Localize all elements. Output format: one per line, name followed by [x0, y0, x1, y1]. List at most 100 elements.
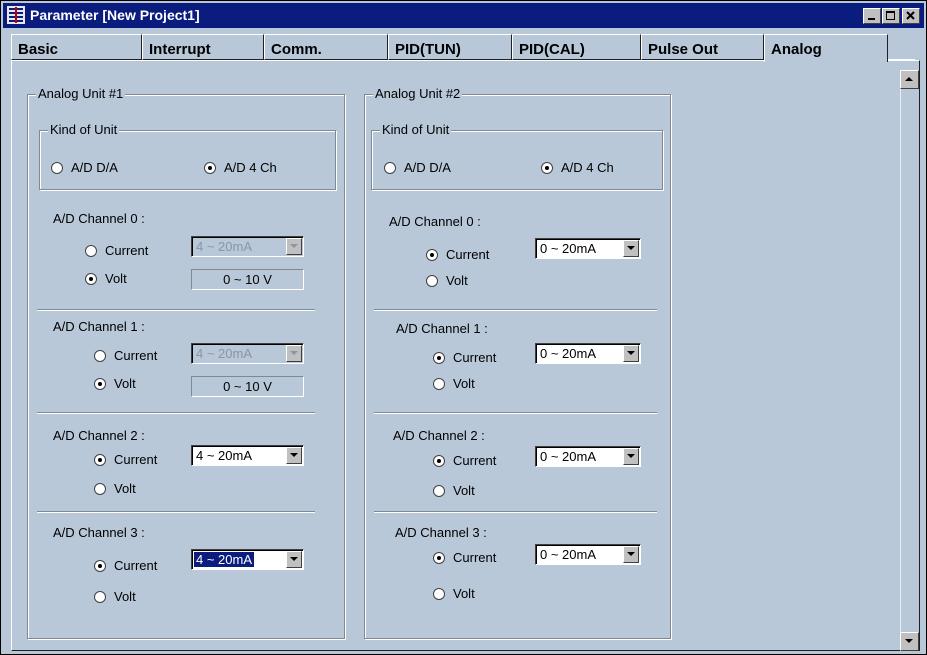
radio-circle: [433, 454, 445, 467]
unit2-ch0-volt-radio[interactable]: Volt: [426, 273, 468, 288]
radio-circle: [384, 161, 396, 174]
divider: [37, 412, 315, 414]
unit1-ad-4ch-radio[interactable]: A/D 4 Ch: [204, 160, 277, 175]
unit1-ch0-range-select[interactable]: 4 ~ 20mA: [191, 236, 304, 257]
dropdown-button[interactable]: [286, 238, 302, 255]
channel-label: A/D Channel 1 :: [53, 319, 145, 334]
unit1-ch3-volt-radio[interactable]: Volt: [94, 589, 136, 604]
scroll-up-button[interactable]: [900, 70, 919, 89]
unit1-ch2-range-select[interactable]: 4 ~ 20mA: [191, 445, 304, 466]
scroll-down-button[interactable]: [900, 632, 919, 651]
radio-circle: [433, 351, 445, 364]
radio-circle: [94, 453, 106, 466]
dropdown-button[interactable]: [286, 551, 302, 568]
unit1-ch0-volt-radio[interactable]: Volt: [85, 271, 127, 286]
channel-label: A/D Channel 2 :: [393, 428, 485, 443]
tab-analog[interactable]: Analog: [764, 34, 888, 62]
close-icon: [906, 11, 915, 20]
app-icon: [7, 6, 25, 24]
close-button[interactable]: [902, 8, 920, 24]
group-title: Analog Unit #2: [373, 86, 463, 101]
unit2-ch3-current-radio[interactable]: Current: [433, 550, 496, 565]
window-title: Parameter [New Project1]: [30, 7, 200, 23]
divider: [374, 511, 657, 513]
unit1-ch2-current-radio[interactable]: Current: [94, 452, 157, 467]
maximize-button[interactable]: [882, 8, 900, 24]
unit2-ch2-range-select[interactable]: 0 ~ 20mA: [535, 446, 641, 467]
unit1-ch1-volt-range: 0 ~ 10 V: [191, 376, 304, 397]
group-title: Kind of Unit: [48, 122, 120, 137]
parameter-window: Parameter [New Project1] Basic Interrupt…: [0, 0, 927, 655]
channel-label: A/D Channel 2 :: [53, 428, 145, 443]
divider: [37, 309, 315, 311]
radio-circle: [433, 484, 445, 497]
radio-circle: [426, 248, 438, 261]
unit2-ch1-range-select[interactable]: 0 ~ 20mA: [535, 343, 641, 364]
chevron-down-icon: [627, 246, 635, 250]
chevron-down-icon: [627, 454, 635, 458]
chevron-down-icon: [627, 552, 635, 556]
unit2-ad-4ch-radio[interactable]: A/D 4 Ch: [541, 160, 614, 175]
title-bar[interactable]: Parameter [New Project1]: [3, 3, 924, 28]
dropdown-button[interactable]: [286, 345, 302, 362]
divider: [374, 309, 657, 311]
unit1-ch0-current-radio[interactable]: Current: [85, 243, 148, 258]
minimize-button[interactable]: [863, 8, 881, 24]
chevron-down-icon: [290, 351, 298, 355]
tab-basic[interactable]: Basic: [11, 34, 142, 60]
channel-label: A/D Channel 1 :: [396, 321, 488, 336]
scrollbar-track[interactable]: [900, 89, 919, 632]
minimize-icon: [868, 18, 875, 20]
chevron-down-icon: [290, 557, 298, 561]
unit2-ad-da-radio[interactable]: A/D D/A: [384, 160, 451, 175]
radio-circle: [85, 244, 97, 257]
unit1-ch3-range-select[interactable]: 4 ~ 20mA: [191, 549, 304, 570]
dropdown-button[interactable]: [623, 345, 639, 362]
radio-circle: [541, 161, 553, 174]
radio-circle: [433, 587, 445, 600]
unit2-ch3-range-select[interactable]: 0 ~ 20mA: [535, 544, 641, 565]
unit1-ch1-range-select[interactable]: 4 ~ 20mA: [191, 343, 304, 364]
group-title: Kind of Unit: [380, 122, 452, 137]
dropdown-button[interactable]: [286, 447, 302, 464]
tab-comm[interactable]: Comm.: [264, 34, 388, 60]
tab-pid-cal[interactable]: PID(CAL): [512, 34, 641, 60]
unit1-ch0-volt-range: 0 ~ 10 V: [191, 269, 304, 290]
unit1-ch2-volt-radio[interactable]: Volt: [94, 481, 136, 496]
channel-label: A/D Channel 3 :: [395, 525, 487, 540]
tab-pid-tun[interactable]: PID(TUN): [388, 34, 512, 60]
channel-label: A/D Channel 0 :: [53, 211, 145, 226]
dropdown-button[interactable]: [623, 546, 639, 563]
divider: [37, 511, 315, 513]
unit2-ch0-current-radio[interactable]: Current: [426, 247, 489, 262]
divider: [374, 412, 657, 414]
radio-circle: [94, 349, 106, 362]
unit1-ad-da-radio[interactable]: A/D D/A: [51, 160, 118, 175]
unit2-ch0-range-select[interactable]: 0 ~ 20mA: [535, 238, 641, 259]
maximize-icon: [886, 11, 895, 20]
radio-circle: [94, 482, 106, 495]
unit2-ch1-volt-radio[interactable]: Volt: [433, 376, 475, 391]
channel-label: A/D Channel 0 :: [389, 214, 481, 229]
radio-circle: [433, 551, 445, 564]
radio-circle: [85, 272, 97, 285]
arrow-up-icon: [905, 77, 913, 81]
tab-pulse-out[interactable]: Pulse Out: [641, 34, 764, 60]
tab-strip: Basic Interrupt Comm. PID(TUN) PID(CAL) …: [11, 34, 915, 62]
unit1-ch1-current-radio[interactable]: Current: [94, 348, 157, 363]
unit2-ch2-volt-radio[interactable]: Volt: [433, 483, 475, 498]
dropdown-button[interactable]: [623, 240, 639, 257]
unit2-ch2-current-radio[interactable]: Current: [433, 453, 496, 468]
unit1-ch3-current-radio[interactable]: Current: [94, 558, 157, 573]
radio-circle: [433, 377, 445, 390]
unit2-ch3-volt-radio[interactable]: Volt: [433, 586, 475, 601]
vertical-scrollbar[interactable]: [900, 70, 919, 651]
tab-interrupt[interactable]: Interrupt: [142, 34, 264, 60]
radio-circle: [426, 274, 438, 287]
radio-circle: [204, 161, 216, 174]
dropdown-button[interactable]: [623, 448, 639, 465]
arrow-down-icon: [905, 639, 913, 643]
unit2-ch1-current-radio[interactable]: Current: [433, 350, 496, 365]
radio-circle: [94, 590, 106, 603]
unit1-ch1-volt-radio[interactable]: Volt: [94, 376, 136, 391]
